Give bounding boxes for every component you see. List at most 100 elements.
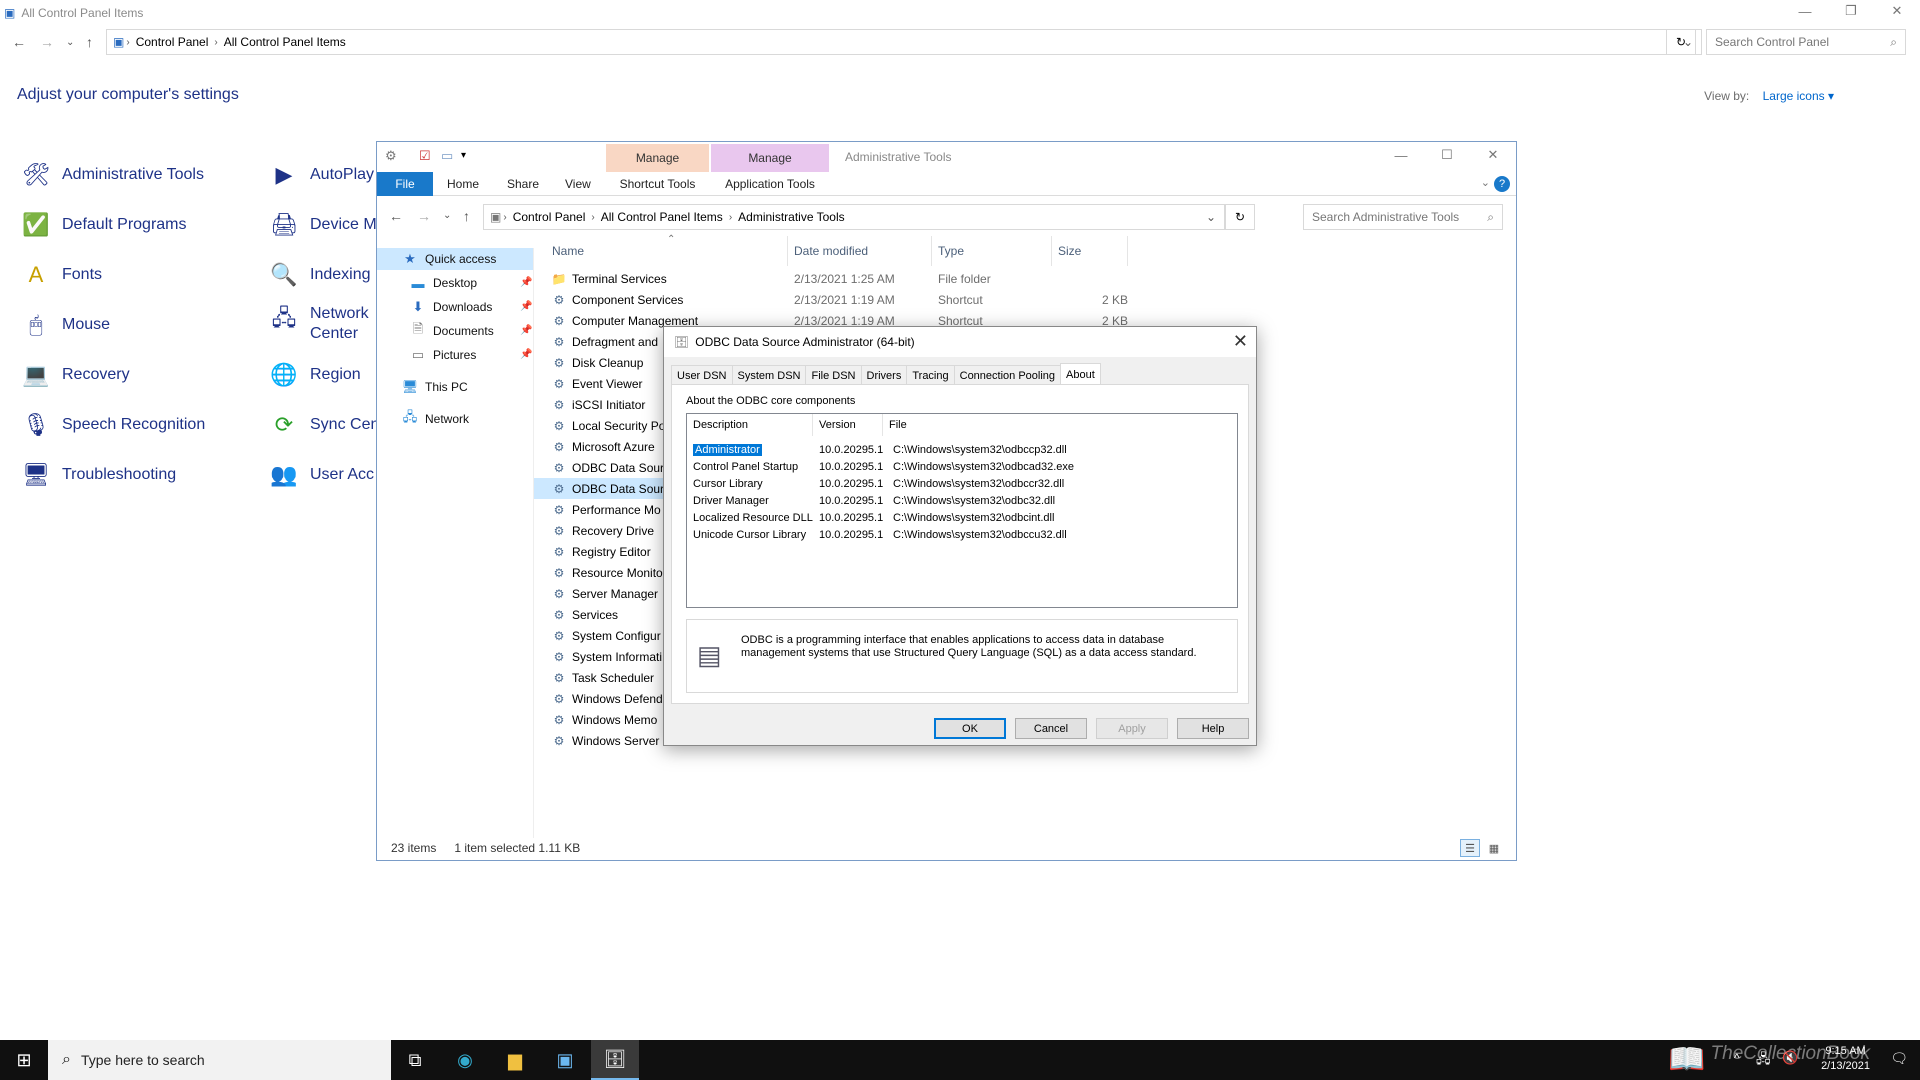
cp-item-troubleshooting[interactable]: 🖥 Troubleshooting (20, 459, 176, 491)
column-type[interactable]: Type (932, 236, 1052, 266)
nav-downloads[interactable]: ⬇ Downloads (409, 296, 493, 318)
new-folder-icon[interactable]: ▭ (441, 148, 453, 164)
tab-share[interactable]: Share (507, 172, 539, 196)
up-arrow-icon[interactable]: ↑ (463, 208, 470, 224)
tab-tracing[interactable]: Tracing (906, 365, 955, 385)
details-view-icon[interactable]: ☰ (1460, 839, 1480, 857)
tab-user-dsn[interactable]: User DSN (671, 365, 733, 385)
nav-network[interactable]: 🖧 Network (401, 408, 469, 430)
close-button[interactable]: ✕ (1470, 144, 1516, 166)
nav-this-pc[interactable]: 🖥 This PC (401, 376, 468, 398)
file-explorer-button[interactable]: ▆ (491, 1040, 539, 1080)
column-date-modified[interactable]: Date modified (788, 236, 932, 266)
cp-item-speech-recognition[interactable]: 🎙 Speech Recognition (20, 409, 205, 441)
recent-dropdown-icon[interactable]: ⌄ (66, 37, 74, 48)
maximize-button[interactable]: ☐ (1424, 144, 1470, 166)
breadcrumb-all-items[interactable]: All Control Panel Items (224, 35, 346, 49)
tab-system-dsn[interactable]: System DSN (731, 365, 807, 385)
checkmark-icon[interactable]: ☑ (419, 148, 431, 164)
expand-ribbon-icon[interactable]: ⌄ (1481, 176, 1490, 189)
pin-icon[interactable]: 📌 (520, 277, 532, 288)
close-button[interactable]: ✕ (1874, 0, 1920, 22)
cp-item-indexing[interactable]: 🔍 Indexing (268, 259, 370, 291)
cp-item-network[interactable]: 🖧 Network Center (268, 304, 369, 344)
tab-application-tools[interactable]: Application Tools (711, 172, 829, 196)
cp-item-default-programs[interactable]: ✅ Default Programs (20, 209, 186, 241)
tab-home[interactable]: Home (447, 172, 479, 196)
volume-muted-icon[interactable]: 🔇 (1782, 1050, 1798, 1066)
nav-pictures[interactable]: ▭ Pictures (409, 344, 477, 366)
properties-icon[interactable]: ⚙ (385, 148, 397, 164)
component-row[interactable]: Localized Resource DLL 10.0.20295.1 C:\Win… (687, 509, 1237, 526)
odbc-taskbar-button[interactable]: 🗄 (591, 1040, 639, 1080)
start-button[interactable]: ⊞ (0, 1040, 48, 1080)
nav-quick-access[interactable]: ★ Quick access (377, 248, 533, 270)
network-tray-icon[interactable]: 🖧 (1756, 1050, 1771, 1072)
component-row[interactable]: Driver Manager 10.0.20295.1 C:\Windows\sys… (687, 492, 1237, 509)
edge-button[interactable]: ◉ (441, 1040, 489, 1080)
column-name[interactable]: Name (534, 236, 788, 266)
column-file[interactable]: File (883, 414, 1237, 436)
column-size[interactable]: Size (1052, 236, 1128, 266)
cp-item-mouse[interactable]: 🖱 Mouse (20, 309, 110, 341)
component-row[interactable]: Unicode Cursor Library 10.0.20295.1 C:\Win… (687, 526, 1237, 543)
forward-arrow-icon[interactable]: → (40, 34, 54, 50)
taskbar-search-input[interactable]: ⌕ Type here to search (48, 1040, 391, 1080)
pin-icon[interactable]: 📌 (520, 349, 532, 360)
minimize-button[interactable]: — (1782, 0, 1828, 22)
quick-access-dropdown-icon[interactable]: ▾ (461, 150, 466, 161)
tab-connection-pooling[interactable]: Connection Pooling (953, 365, 1062, 385)
back-arrow-icon[interactable]: ← (12, 34, 26, 50)
address-bar[interactable]: ▣ › Control Panel › All Control Panel It… (106, 29, 1702, 55)
cancel-button[interactable]: Cancel (1015, 718, 1087, 739)
minimize-button[interactable]: — (1378, 144, 1424, 166)
back-arrow-icon[interactable]: ← (389, 208, 403, 224)
column-description[interactable]: Description (687, 414, 813, 436)
cp-item-fonts[interactable]: A Fonts (20, 259, 102, 291)
apply-button[interactable]: Apply (1096, 718, 1168, 739)
search-input[interactable]: Search Control Panel ⌕ (1706, 29, 1906, 55)
breadcrumb-control-panel[interactable]: Control Panel (513, 210, 586, 224)
help-icon[interactable]: ? (1494, 176, 1510, 192)
nav-desktop[interactable]: ▬ Desktop (409, 272, 478, 294)
tab-about[interactable]: About (1060, 363, 1101, 385)
recent-dropdown-icon[interactable]: ⌄ (443, 210, 451, 221)
up-arrow-icon[interactable]: ↑ (86, 34, 93, 50)
chevron-down-icon[interactable]: ⌄ (1206, 210, 1216, 224)
component-row[interactable]: Control Panel Startup 10.0.20295.1 C:\Wind… (687, 458, 1237, 475)
cp-item-device-manager[interactable]: 🖨 Device M (268, 209, 377, 241)
explorer-search-input[interactable]: Search Administrative Tools ⌕ (1303, 204, 1503, 230)
forward-arrow-icon[interactable]: → (417, 208, 431, 224)
task-view-button[interactable]: ⧉ (391, 1040, 439, 1080)
large-icons-view-icon[interactable]: ▦ (1484, 839, 1504, 857)
notification-icon[interactable]: 🗨 (1890, 1050, 1908, 1067)
breadcrumb-admin-tools[interactable]: Administrative Tools (738, 210, 845, 224)
close-icon[interactable]: ✕ (1233, 331, 1248, 352)
cp-item-autoplay[interactable]: ▶ AutoPlay (268, 159, 375, 191)
ok-button[interactable]: OK (934, 718, 1006, 739)
refresh-button[interactable]: ↻ (1666, 29, 1696, 55)
nav-documents[interactable]: 🗎 Documents (409, 320, 494, 342)
cp-item-recovery[interactable]: 💻 Recovery (20, 359, 129, 391)
tab-shortcut-tools[interactable]: Shortcut Tools (606, 172, 709, 196)
component-row[interactable]: Cursor Library 10.0.20295.1 C:\Windows\sys… (687, 475, 1237, 492)
tab-file[interactable]: File (377, 172, 433, 196)
taskbar-clock[interactable]: 9:15 AM 2/13/2021 (1821, 1044, 1870, 1074)
cp-item-region[interactable]: 🌐 Region (268, 359, 360, 391)
tray-chevron-icon[interactable]: ^ (1734, 1051, 1740, 1065)
breadcrumb-all-items[interactable]: All Control Panel Items (601, 210, 723, 224)
components-list[interactable]: Description Version File Administrator 10… (686, 413, 1238, 608)
refresh-button[interactable]: ↻ (1225, 204, 1255, 230)
column-version[interactable]: Version (813, 414, 883, 436)
pin-icon[interactable]: 📌 (520, 325, 532, 336)
cp-item-user-accounts[interactable]: 👥 User Acc (268, 459, 374, 491)
tab-file-dsn[interactable]: File DSN (805, 365, 862, 385)
tab-view[interactable]: View (565, 172, 591, 196)
help-button[interactable]: Help (1177, 718, 1249, 739)
breadcrumb-control-panel[interactable]: Control Panel (136, 35, 209, 49)
component-row[interactable]: Administrator 10.0.20295.1 C:\Windows\syst… (687, 441, 1237, 458)
explorer-address-bar[interactable]: ▣ › Control Panel › All Control Panel It… (483, 204, 1225, 230)
view-by-dropdown[interactable]: Large icons ▾ (1763, 89, 1834, 103)
cp-item-administrative-tools[interactable]: 🛠 Administrative Tools (20, 159, 204, 191)
restore-button[interactable]: ❐ (1828, 0, 1874, 22)
